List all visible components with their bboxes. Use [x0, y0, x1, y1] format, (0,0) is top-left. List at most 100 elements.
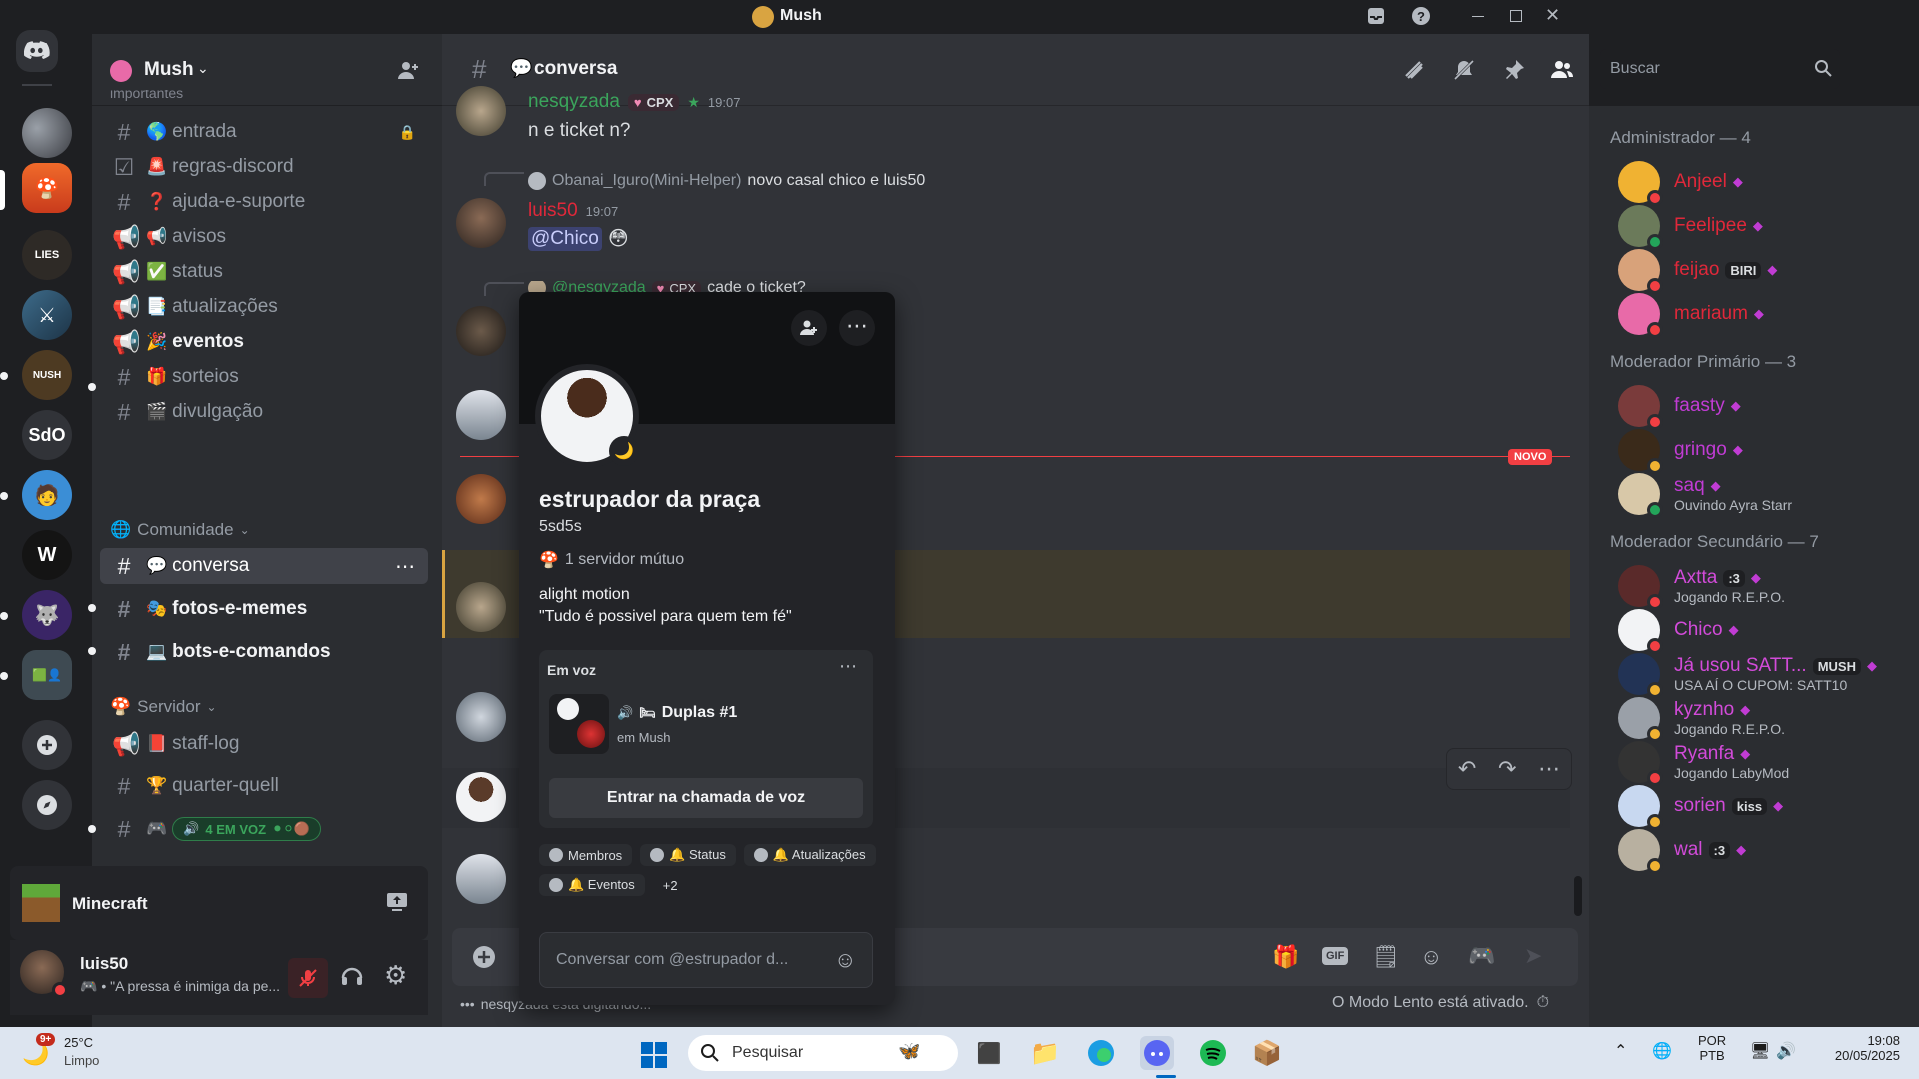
voice-channel[interactable]: 🔊 🛏 Duplas #1	[617, 704, 737, 722]
server-icon-sdo[interactable]: SdO	[22, 410, 72, 460]
discover-icon[interactable]	[22, 780, 72, 830]
role-pill[interactable]: 🔔 Atualizações	[743, 844, 876, 866]
server-icon-1[interactable]	[22, 108, 72, 158]
clock[interactable]: 19:08 20/05/2025	[1818, 1033, 1900, 1063]
edge-icon[interactable]	[1084, 1036, 1118, 1070]
sticker-icon[interactable]: 🗒	[1372, 944, 1400, 970]
channel-status[interactable]: 📢 ✅ status	[100, 254, 428, 290]
start-icon[interactable]	[640, 1041, 668, 1072]
message-avatar[interactable]	[456, 306, 506, 356]
attach-plus-icon[interactable]	[472, 945, 496, 972]
member-item[interactable]: Anjeel ◆	[1618, 158, 1908, 206]
member-item[interactable]: sorien kiss ◆	[1618, 782, 1908, 830]
server-folder[interactable]: 🟩👤	[22, 650, 72, 700]
message-avatar[interactable]	[456, 772, 506, 822]
inbox-icon[interactable]	[1365, 6, 1387, 28]
channel-voice-games[interactable]: # 🎮 🔊 4 EM VOZ ⚫⚪🟤	[100, 811, 428, 847]
member-item[interactable]: Axtta:3 ◆ Jogando R.E.P.O.	[1618, 562, 1908, 610]
role-pill[interactable]: 🔔 Status	[640, 844, 736, 866]
server-icon-wolf[interactable]: 🐺	[22, 590, 72, 640]
roles-more[interactable]: +2	[653, 874, 688, 896]
member-item[interactable]: Já usou SATT... MUSH ◆ USA AÍ O CUPOM: SATT…	[1618, 650, 1908, 698]
reply-icon[interactable]: ↶	[1458, 756, 1476, 782]
channel-eventos[interactable]: 📢 🎉 eventos	[100, 324, 428, 360]
channel-staff-log[interactable]: 📢 📕 staff-log	[100, 726, 428, 762]
more-options-icon[interactable]: ⋯	[839, 656, 857, 677]
discord-taskbar-icon[interactable]	[1140, 1036, 1174, 1070]
screen-share-icon[interactable]	[386, 892, 408, 915]
help-icon[interactable]: ?	[1410, 6, 1432, 28]
channel-regras-discord[interactable]: ☑ 🚨 regras-discord	[100, 149, 428, 185]
invite-people-icon[interactable]	[396, 58, 420, 85]
more-options-icon[interactable]: ⋯	[839, 310, 875, 346]
display-icon[interactable]: 🖥	[1750, 1041, 1770, 1061]
activity-panel[interactable]: Minecraft	[10, 866, 428, 940]
channel-entrada[interactable]: # 🌎 entrada 🔒	[100, 114, 428, 150]
message-avatar[interactable]	[456, 582, 506, 632]
file-explorer-icon[interactable]: 📁	[1028, 1036, 1062, 1070]
network-icon[interactable]: 🌐	[1652, 1041, 1672, 1061]
emoji-icon[interactable]: ☺	[834, 947, 856, 973]
channel-avisos[interactable]: 📢 📢 avisos	[100, 219, 428, 255]
server-icon-mush[interactable]: 🍄	[22, 163, 72, 213]
message-avatar[interactable]	[456, 198, 506, 248]
gif-icon[interactable]: GIF	[1322, 947, 1349, 965]
reply-preview[interactable]: Obanai_Iguro(Mini-Helper) novo casal chi…	[528, 172, 925, 190]
discord-home-button[interactable]	[16, 30, 58, 72]
channel-conversa[interactable]: # 💬 conversa ⋯	[100, 548, 428, 584]
member-item[interactable]: wal:3 ◆	[1618, 826, 1908, 874]
message-author[interactable]: luis50	[528, 200, 578, 222]
volume-icon[interactable]: 🔊	[1776, 1041, 1796, 1061]
maximize-button[interactable]	[1510, 10, 1522, 22]
threads-icon[interactable]	[1402, 58, 1426, 85]
message-avatar[interactable]	[456, 854, 506, 904]
taskbar-search[interactable]: Pesquisar 🦋	[688, 1035, 958, 1071]
channel-bots-e-comandos[interactable]: # 💻 bots-e-comandos	[100, 634, 428, 670]
notifications-muted-icon[interactable]	[1452, 58, 1476, 85]
channel-divulgacao[interactable]: # 🎬 divulgação	[100, 394, 428, 430]
headphones-icon[interactable]	[340, 964, 364, 991]
server-icon-w[interactable]: W	[22, 530, 72, 580]
member-item[interactable]: kyznho ◆ Jogando R.E.P.O.	[1618, 694, 1908, 742]
member-item[interactable]: Ryanfa ◆ Jogando LabyMod	[1618, 738, 1908, 786]
channel-quarter-quell[interactable]: # 🏆 quarter-quell	[100, 768, 428, 804]
forward-icon[interactable]: ↷	[1498, 756, 1516, 782]
user-mention[interactable]: @Chico	[528, 226, 602, 251]
spotify-icon[interactable]	[1196, 1036, 1230, 1070]
member-item[interactable]: Feelipee ◆	[1618, 202, 1908, 250]
server-icon-lies[interactable]: LIES	[22, 230, 72, 280]
mute-mic-icon[interactable]	[288, 958, 328, 998]
member-list-icon[interactable]	[1550, 58, 1574, 85]
minimize-button[interactable]	[1472, 16, 1484, 17]
member-item[interactable]: Chico ◆	[1618, 606, 1908, 654]
message-avatar[interactable]	[456, 86, 506, 136]
member-item[interactable]: faasty ◆	[1618, 382, 1908, 430]
close-button[interactable]: ✕	[1545, 5, 1560, 26]
member-item[interactable]: saq ◆ Ouvindo Ayra Starr	[1618, 470, 1908, 518]
message-avatar[interactable]	[456, 474, 506, 524]
voice-badge[interactable]: 🔊 4 EM VOZ ⚫⚪🟤	[172, 817, 322, 841]
chevron-up-icon[interactable]: ⌃	[1614, 1041, 1627, 1061]
gift-icon[interactable]: 🎁	[1272, 944, 1299, 970]
send-icon[interactable]: ➤	[1524, 943, 1542, 969]
server-icon-swords[interactable]: ⚔	[22, 290, 72, 340]
message-author[interactable]: nesqyzada	[528, 92, 620, 112]
role-pill[interactable]: Membros	[539, 844, 633, 866]
category-importantes[interactable]: importantes	[110, 90, 183, 104]
channel-atualizacoes[interactable]: 📢 📑 atualizações	[100, 289, 428, 325]
task-view-icon[interactable]: ⬛	[972, 1036, 1006, 1070]
add-server-button[interactable]	[22, 720, 72, 770]
server-icon-resenha[interactable]: NUSH	[22, 350, 72, 400]
message-avatar[interactable]	[456, 390, 506, 440]
server-icon-avatar[interactable]: 🧑	[22, 470, 72, 520]
role-pill[interactable]: 🔔 Eventos	[539, 874, 645, 896]
pin-icon[interactable]	[1502, 58, 1526, 85]
message-avatar[interactable]	[456, 692, 506, 742]
channel-fotos-e-memes[interactable]: # 🎭 fotos-e-memes	[100, 591, 428, 627]
category-comunidade[interactable]: 🌐 Comunidade ⌄	[110, 520, 250, 540]
language-indicator[interactable]: POR PTB	[1698, 1033, 1726, 1063]
minecraft-launcher-icon[interactable]: 📦	[1250, 1036, 1284, 1070]
category-servidor[interactable]: 🍄 Servidor ⌄	[110, 697, 217, 717]
join-voice-button[interactable]: Entrar na chamada de voz	[549, 778, 863, 818]
member-item[interactable]: mariaum ◆	[1618, 290, 1908, 338]
